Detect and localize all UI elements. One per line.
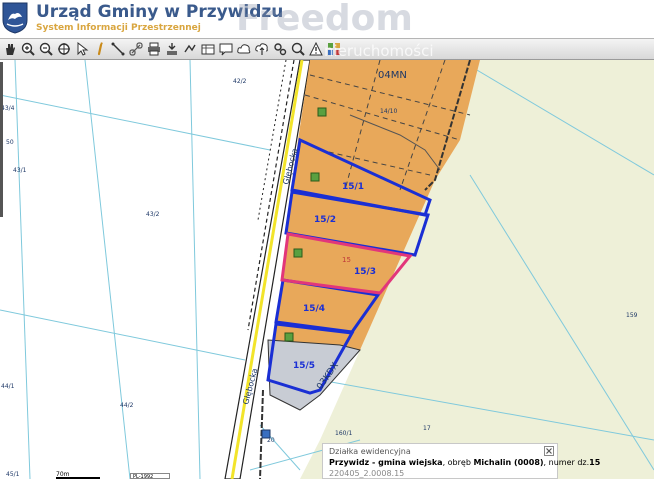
map-label-160-1: 160/1 <box>335 430 352 437</box>
map-label-43-2: 43/2 <box>146 211 160 218</box>
map-label-04mn: 04MN <box>378 70 407 81</box>
app-subtitle: System Informacji Przestrzennej <box>36 23 201 33</box>
map-label-15-3: 15/3 <box>354 267 376 277</box>
map-label-43-4: 43/4 <box>1 105 15 112</box>
map-label-17: 17 <box>423 425 431 432</box>
print-icon[interactable] <box>146 41 162 57</box>
upload-icon[interactable] <box>254 41 270 57</box>
popup-gmina: Przywidz - gmina wiejska <box>329 458 443 467</box>
map-label-14-10: 14/10 <box>380 108 397 115</box>
measure-line-icon[interactable] <box>110 41 126 57</box>
side-panel-handle[interactable] <box>0 62 3 217</box>
map-label-42-2: 42/2 <box>233 78 247 85</box>
map-label-45-1: 45/1 <box>6 471 20 478</box>
search-map-icon[interactable] <box>290 41 306 57</box>
map-label-50: 50 <box>6 139 14 146</box>
parcel-info-popup: Działka ewidencyjna Przywidz - gmina wie… <box>322 443 600 479</box>
map-label-44-2: 44/2 <box>120 402 134 409</box>
popup-parcel-id: 220405_2.0008.15 <box>329 469 405 478</box>
info-icon[interactable] <box>92 41 108 57</box>
zoom-in-icon[interactable] <box>20 41 36 57</box>
comment-icon[interactable] <box>218 41 234 57</box>
map-label-20: 20 <box>267 437 275 444</box>
draw-line-icon[interactable] <box>182 41 198 57</box>
map-canvas[interactable]: 04MN 14/10 42/2 43/4 50 43/1 43/2 15/1 1… <box>0 60 654 479</box>
hand-icon[interactable] <box>2 41 18 57</box>
map-view[interactable]: 04MN 14/10 42/2 43/4 50 43/1 43/2 15/1 1… <box>0 60 654 479</box>
popup-obreb: Michalin (0008) <box>473 458 544 467</box>
map-label-15-2: 15/2 <box>314 215 336 225</box>
layers-icon[interactable] <box>200 41 216 57</box>
popup-title: Działka ewidencyjna <box>329 447 411 456</box>
map-label-44-1: 44/1 <box>1 383 15 390</box>
cloud-icon[interactable] <box>236 41 252 57</box>
zoom-extent-icon[interactable] <box>56 41 72 57</box>
map-label-159: 159 <box>626 312 638 319</box>
map-label-15: 15 <box>342 256 351 264</box>
zoom-out-icon[interactable] <box>38 41 54 57</box>
select-arrow-icon[interactable] <box>74 41 90 57</box>
map-label-15-4: 15/4 <box>303 304 325 314</box>
popup-obreb-prefix: , obręb <box>442 458 474 467</box>
scale-bar: 70m <box>56 471 100 479</box>
warning-icon[interactable] <box>308 41 324 57</box>
popup-body: Przywidz - gmina wiejska, obręb Michalin… <box>329 458 600 467</box>
watermark-brand: Freedom <box>236 0 413 38</box>
popup-nr: 15 <box>589 458 601 467</box>
crs-select[interactable]: PL-1992 <box>130 473 170 480</box>
watermark-subtitle: nieruchomości <box>324 42 434 60</box>
close-icon[interactable] <box>544 446 554 456</box>
locate-icon[interactable] <box>164 41 180 57</box>
map-label-43-1: 43/1 <box>13 167 27 174</box>
app-header: Urząd Gminy w Przywidzu System Informacj… <box>0 0 654 38</box>
coat-of-arms-logo <box>2 2 28 34</box>
link-icon[interactable] <box>128 41 144 57</box>
settings-icon[interactable] <box>272 41 288 57</box>
map-label-15-1: 15/1 <box>342 182 364 192</box>
map-label-15-5: 15/5 <box>293 361 315 371</box>
popup-nr-prefix: , numer dz. <box>543 458 590 467</box>
